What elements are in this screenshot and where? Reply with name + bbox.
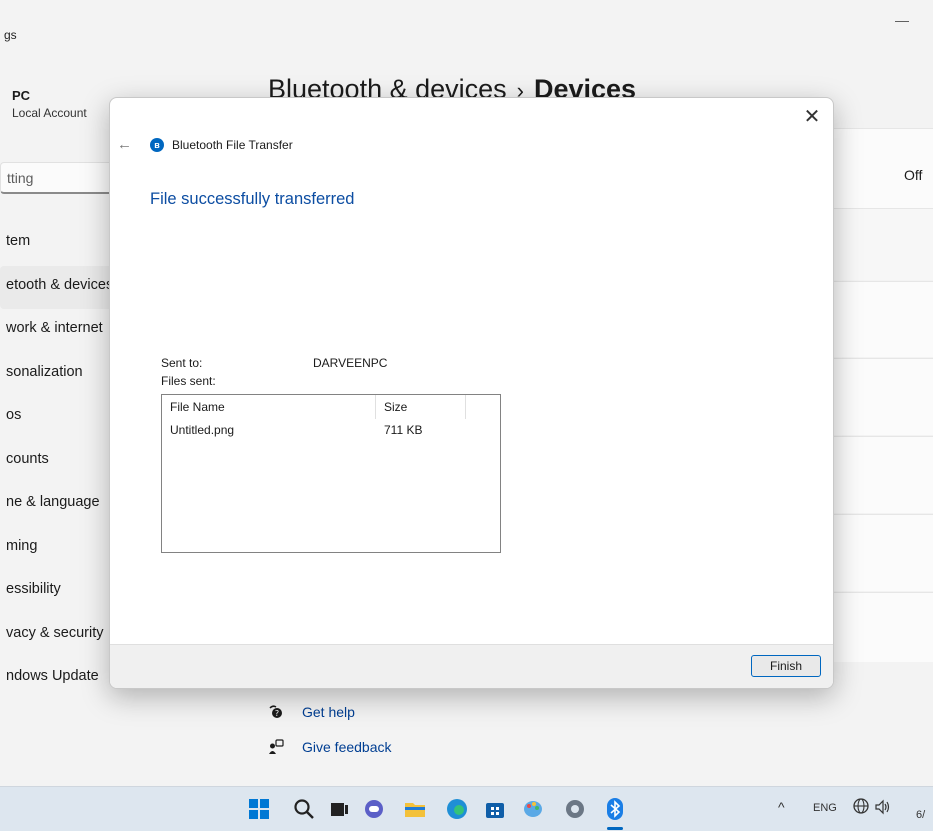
sidebar-item-apps[interactable]: os bbox=[0, 396, 116, 440]
settings-search-input[interactable]: tting bbox=[0, 162, 118, 194]
sidebar-item-privacy[interactable]: vacy & security bbox=[0, 614, 116, 658]
sidebar-item-accessibility[interactable]: essibility bbox=[0, 570, 116, 614]
svg-text:?: ? bbox=[275, 709, 279, 718]
clock-date[interactable]: 6/ bbox=[916, 809, 925, 821]
help-icon: ? bbox=[269, 705, 282, 718]
dialog-footer: Finish bbox=[110, 644, 833, 688]
sidebar-item-gaming[interactable]: ming bbox=[0, 527, 116, 571]
give-feedback-label: Give feedback bbox=[302, 739, 392, 755]
network-icon[interactable] bbox=[852, 797, 870, 815]
sent-to-label: Sent to: bbox=[161, 356, 203, 370]
table-cell-size[interactable]: 711 KB bbox=[376, 423, 422, 437]
account-name: PC bbox=[12, 88, 31, 103]
column-header-size[interactable]: Size bbox=[376, 395, 466, 419]
settings-card[interactable] bbox=[830, 514, 933, 591]
task-view-icon[interactable] bbox=[327, 797, 351, 821]
app-title: gs bbox=[4, 28, 17, 42]
taskbar: ^ ENG 6/ bbox=[0, 786, 933, 831]
settings-card[interactable] bbox=[830, 592, 933, 662]
start-icon[interactable] bbox=[247, 797, 271, 821]
input-language-indicator[interactable]: ENG bbox=[813, 802, 837, 814]
search-placeholder: tting bbox=[7, 170, 34, 186]
sent-to-value: DARVEENPC bbox=[313, 356, 388, 370]
sidebar-item-windows-update[interactable]: ndows Update bbox=[0, 657, 116, 701]
files-sent-label: Files sent: bbox=[161, 374, 216, 388]
bluetooth-file-transfer-dialog: ✕ ← ʙ Bluetooth File Transfer File succe… bbox=[109, 97, 834, 689]
settings-card[interactable] bbox=[830, 281, 933, 357]
chat-icon[interactable] bbox=[362, 797, 386, 821]
give-feedback-link[interactable]: Give feedback bbox=[268, 739, 392, 755]
settings-card[interactable] bbox=[830, 208, 933, 280]
search-icon[interactable] bbox=[292, 797, 316, 821]
table-cell-file-name[interactable]: Untitled.png bbox=[162, 423, 234, 437]
edge-icon[interactable] bbox=[445, 797, 469, 821]
files-sent-table[interactable]: File Name Size Untitled.png 711 KB bbox=[161, 394, 501, 553]
sidebar-item-accounts[interactable]: counts bbox=[0, 440, 116, 484]
minimize-button[interactable]: — bbox=[895, 12, 909, 28]
transfer-status-heading: File successfully transferred bbox=[150, 190, 355, 208]
settings-icon[interactable] bbox=[563, 797, 587, 821]
sidebar-nav: tem etooth & devices work & internet son… bbox=[0, 222, 116, 701]
sidebar-item-time-language[interactable]: ne & language bbox=[0, 483, 116, 527]
settings-card[interactable] bbox=[830, 436, 933, 513]
sidebar-item-bluetooth[interactable]: etooth & devices bbox=[0, 265, 116, 309]
file-explorer-icon[interactable] bbox=[403, 797, 427, 821]
close-button[interactable]: ✕ bbox=[801, 104, 823, 129]
paint-icon[interactable] bbox=[522, 797, 546, 821]
dialog-title: Bluetooth File Transfer bbox=[172, 138, 293, 152]
toggle-state-label: Off bbox=[904, 167, 923, 183]
active-app-indicator bbox=[607, 827, 623, 830]
finish-button[interactable]: Finish bbox=[751, 655, 821, 677]
column-header-file-name[interactable]: File Name bbox=[162, 395, 376, 419]
get-help-label: Get help bbox=[302, 704, 355, 720]
sidebar-item-network[interactable]: work & internet bbox=[0, 309, 116, 353]
account-type: Local Account bbox=[12, 106, 87, 120]
back-button[interactable]: ← bbox=[117, 136, 132, 153]
show-hidden-icons-chevron-icon[interactable]: ^ bbox=[778, 799, 785, 815]
bluetooth-icon[interactable] bbox=[603, 797, 627, 821]
sidebar-item-system[interactable]: tem bbox=[0, 222, 116, 266]
bluetooth-icon: ʙ bbox=[150, 138, 164, 152]
feedback-icon bbox=[269, 739, 284, 754]
sidebar-item-personalization[interactable]: sonalization bbox=[0, 353, 116, 397]
settings-card[interactable] bbox=[830, 358, 933, 435]
store-icon[interactable] bbox=[483, 797, 507, 821]
get-help-link[interactable]: ? Get help bbox=[268, 704, 355, 720]
volume-icon[interactable] bbox=[874, 798, 892, 816]
